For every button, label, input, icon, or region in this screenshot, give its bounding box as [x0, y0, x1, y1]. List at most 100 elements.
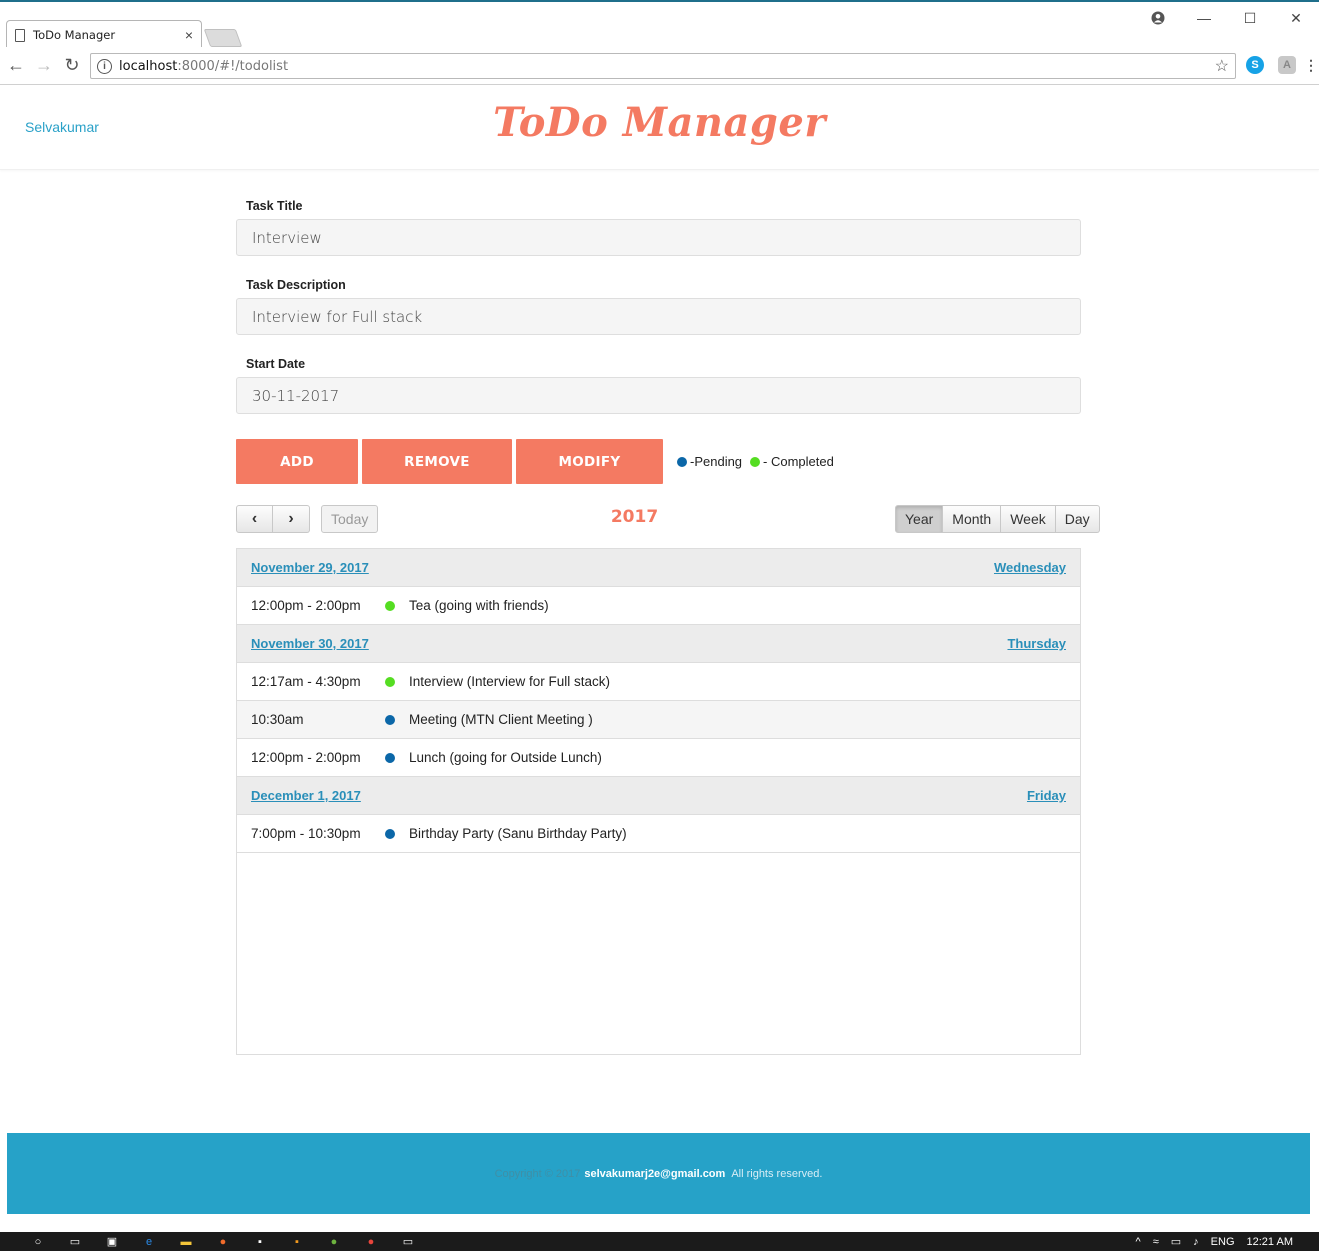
browser-tab-bar: ToDo Manager × — ☐ ✕: [0, 0, 1319, 49]
day-date-link[interactable]: December 1, 2017: [251, 788, 361, 803]
page-footer: Copyright © 2017 selvakumarj2e@gmail.com…: [7, 1133, 1310, 1214]
day-date-link[interactable]: November 30, 2017: [251, 636, 369, 651]
close-window-button[interactable]: ✕: [1273, 8, 1319, 28]
task-form: Task Title Interview Task Description In…: [236, 198, 1081, 414]
task-view-icon[interactable]: ▭: [67, 1235, 83, 1249]
remove-button[interactable]: REMOVE: [362, 439, 512, 484]
profile-icon[interactable]: [1135, 8, 1181, 28]
status-legend: -Pending - Completed: [677, 454, 834, 469]
tab-close-icon[interactable]: ×: [185, 27, 193, 43]
event-time: 10:30am: [251, 712, 304, 727]
view-week-button[interactable]: Week: [1001, 505, 1056, 533]
browser-tab[interactable]: ToDo Manager ×: [6, 20, 202, 49]
task-description-field: Task Description Interview for Full stac…: [236, 277, 1081, 335]
address-bar[interactable]: i localhost :8000/#!/todolist ☆: [90, 53, 1236, 79]
pending-status-icon: [385, 828, 395, 839]
event-title: Tea (going with friends): [409, 598, 549, 613]
event-title: Interview (Interview for Full stack): [409, 674, 611, 689]
url-path: :8000/#!/todolist: [177, 58, 289, 74]
task-description-label: Task Description: [246, 278, 346, 292]
modify-button[interactable]: MODIFY: [516, 439, 663, 484]
reload-icon[interactable]: ↻: [60, 54, 84, 78]
task-title-input[interactable]: Interview: [236, 219, 1081, 256]
start-date-input[interactable]: 30-11-2017: [236, 377, 1081, 414]
battery-icon[interactable]: ▭: [1171, 1235, 1181, 1248]
view-day-button[interactable]: Day: [1055, 505, 1100, 533]
event-time: 7:00pm - 10:30pm: [251, 826, 361, 841]
view-month-button[interactable]: Month: [943, 505, 1002, 533]
search-icon[interactable]: ○: [30, 1235, 46, 1249]
event-row[interactable]: 12:00pm - 2:00pm Lunch (going for Outsid…: [237, 739, 1080, 777]
file-explorer-icon[interactable]: ▬: [178, 1235, 194, 1249]
new-tab-button[interactable]: [203, 29, 243, 47]
pdf-extension-icon[interactable]: A: [1278, 56, 1296, 74]
pending-status-icon: [385, 714, 395, 725]
volume-icon[interactable]: ♪: [1193, 1236, 1199, 1248]
spring-icon[interactable]: ●: [326, 1235, 342, 1249]
task-title-label: Task Title: [246, 199, 303, 213]
skype-extension-icon[interactable]: S: [1246, 56, 1264, 74]
minimize-button[interactable]: —: [1181, 8, 1227, 28]
task-description-input[interactable]: Interview for Full stack: [236, 298, 1081, 335]
day-header: November 29, 2017 Wednesday: [237, 549, 1080, 587]
window-controls: — ☐ ✕: [1135, 8, 1319, 28]
event-title: Lunch (going for Outside Lunch): [409, 750, 602, 765]
store-icon[interactable]: ▣: [104, 1235, 120, 1249]
system-tray: ^ ≈ ▭ ♪ ENG 12:21 AM: [1136, 1235, 1319, 1249]
task-title-field: Task Title Interview: [236, 198, 1081, 256]
event-time: 12:00pm - 2:00pm: [251, 750, 361, 765]
edge-icon[interactable]: e: [141, 1235, 157, 1249]
completed-dot-icon: [750, 456, 761, 467]
event-row[interactable]: 10:30am Meeting (MTN Client Meeting ): [237, 701, 1080, 739]
footer-rights: All rights reserved.: [731, 1167, 823, 1180]
start-date-label: Start Date: [246, 357, 306, 371]
browser-menu-icon[interactable]: ⋮: [1304, 56, 1318, 74]
tray-chevron-icon[interactable]: ^: [1136, 1236, 1141, 1248]
pending-legend-label: -Pending: [690, 454, 743, 469]
firefox-icon[interactable]: ●: [215, 1235, 231, 1249]
day-weekday-link[interactable]: Thursday: [1007, 636, 1066, 651]
info-icon[interactable]: i: [97, 58, 112, 74]
page-icon: [15, 28, 25, 42]
maximize-button[interactable]: ☐: [1227, 8, 1273, 28]
day-date-link[interactable]: November 29, 2017: [251, 560, 369, 575]
event-title: Meeting (MTN Client Meeting ): [409, 712, 593, 727]
task-actions: ADD REMOVE MODIFY -Pending - Completed: [236, 439, 834, 484]
clock[interactable]: 12:21 AM: [1247, 1236, 1293, 1248]
day-header: December 1, 2017 Friday: [237, 777, 1080, 815]
completed-legend-label: - Completed: [763, 454, 834, 469]
language-indicator[interactable]: ENG: [1211, 1236, 1235, 1248]
view-year-button[interactable]: Year: [895, 505, 944, 533]
bookmark-star-icon[interactable]: ☆: [1215, 56, 1229, 76]
day-weekday-link[interactable]: Wednesday: [994, 560, 1066, 575]
app-header: Selvakumar ToDo Manager: [0, 85, 1319, 170]
completed-status-icon: [385, 600, 395, 611]
pending-status-icon: [385, 752, 395, 763]
chrome-icon[interactable]: ●: [363, 1235, 379, 1249]
wifi-icon[interactable]: ≈: [1153, 1236, 1159, 1248]
view-switcher: Year Month Week Day: [895, 505, 1100, 533]
browser-toolbar: ← → ↻ i localhost :8000/#!/todolist ☆ S …: [0, 47, 1319, 85]
back-icon[interactable]: ←: [4, 54, 28, 78]
tab-title: ToDo Manager: [33, 28, 116, 42]
terminal-icon[interactable]: ▭: [400, 1235, 416, 1249]
event-time: 12:17am - 4:30pm: [251, 674, 361, 689]
footer-email[interactable]: selvakumarj2e@gmail.com: [584, 1168, 725, 1180]
event-time: 12:00pm - 2:00pm: [251, 598, 361, 613]
add-button[interactable]: ADD: [236, 439, 358, 484]
calendar-controls: ‹ › Today 2017 Year Month Week Day: [236, 505, 1100, 533]
pending-dot-icon: [677, 456, 687, 467]
day-weekday-link[interactable]: Friday: [1027, 788, 1066, 803]
event-row[interactable]: 12:00pm - 2:00pm Tea (going with friends…: [237, 587, 1080, 625]
event-title: Birthday Party (Sanu Birthday Party): [409, 826, 627, 841]
forward-icon[interactable]: →: [32, 54, 56, 78]
event-row[interactable]: 7:00pm - 10:30pm Birthday Party (Sanu Bi…: [237, 815, 1080, 853]
url-host: localhost: [119, 58, 178, 74]
webstorm-icon[interactable]: ▪: [252, 1235, 268, 1249]
day-header: November 30, 2017 Thursday: [237, 625, 1080, 663]
event-row[interactable]: 12:17am - 4:30pm Interview (Interview fo…: [237, 663, 1080, 701]
windows-taskbar: ○ ▭ ▣ e ▬ ● ▪ ▪ ● ● ▭ ^ ≈ ▭ ♪ ENG 12:21 …: [0, 1232, 1319, 1251]
sublime-icon[interactable]: ▪: [289, 1235, 305, 1249]
start-date-field: Start Date 30-11-2017: [236, 356, 1081, 414]
footer-copyright: Copyright © 2017: [494, 1167, 581, 1180]
